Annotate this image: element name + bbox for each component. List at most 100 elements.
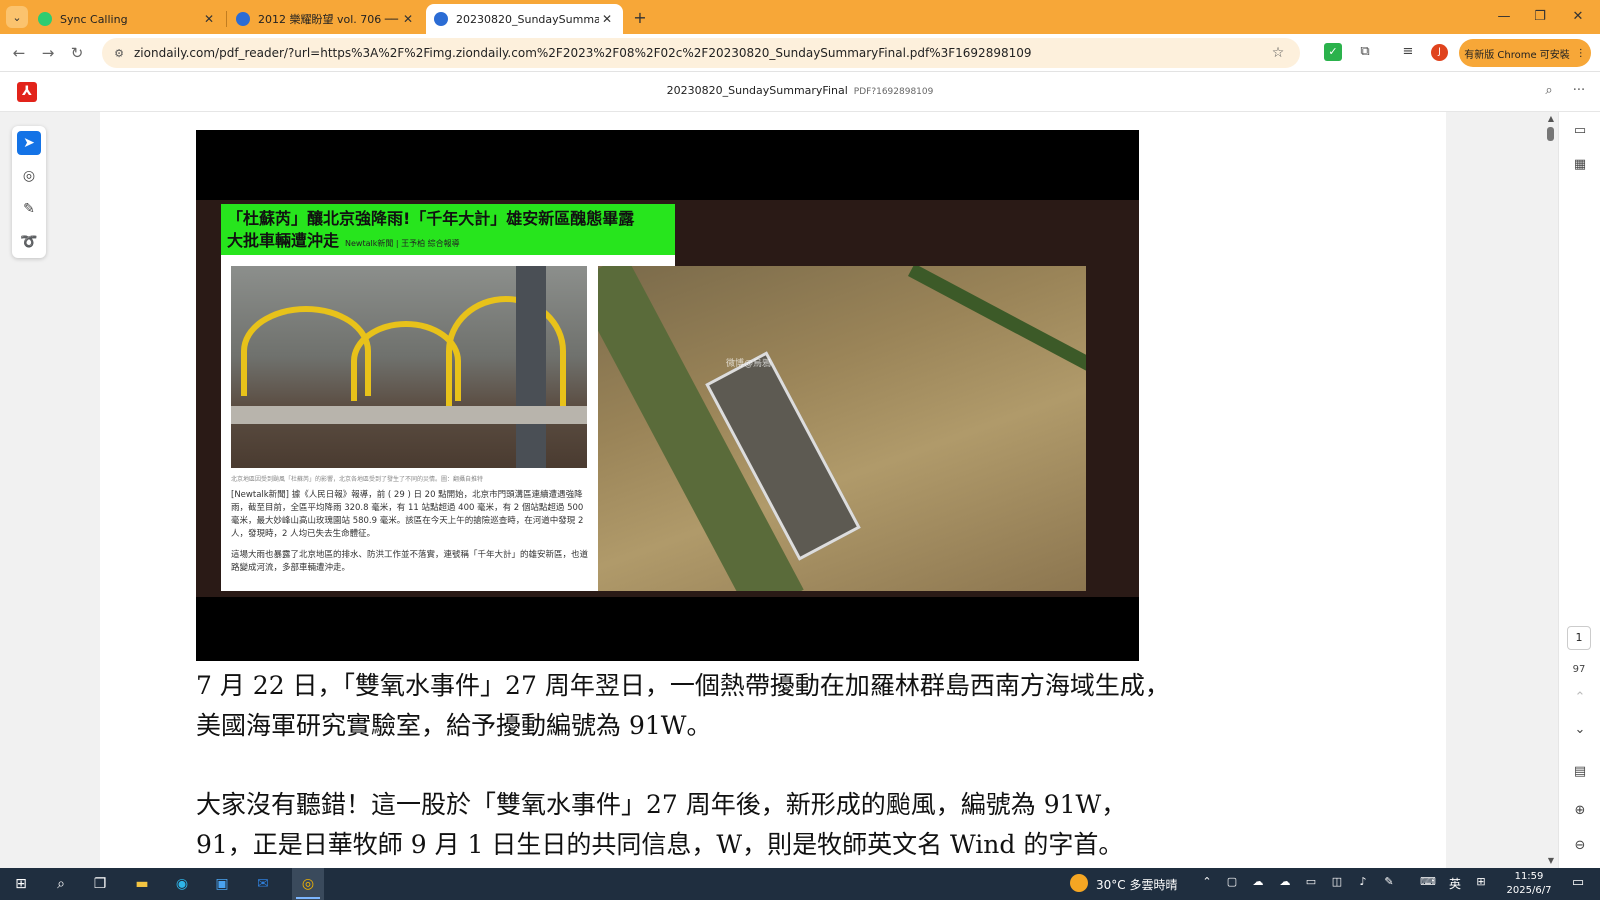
- edge-browser-icon[interactable]: ◉: [171, 873, 193, 895]
- document-title: 20230820_SundaySummaryFinal PDF?169289810…: [0, 84, 1600, 97]
- volume-icon[interactable]: ♪: [1354, 875, 1372, 888]
- scrollbar-thumb[interactable]: [1547, 127, 1554, 141]
- url-text[interactable]: ziondaily.com/pdf_reader/?url=https%3A%2…: [134, 46, 1266, 60]
- tab-separator: [226, 11, 227, 27]
- more-vertical-icon: ⋮: [1575, 47, 1586, 59]
- scroll-up-arrow-icon[interactable]: ▲: [1544, 114, 1558, 123]
- flood-photo-aerial: [598, 266, 1086, 591]
- close-tab-icon[interactable]: ✕: [201, 12, 217, 26]
- news-headline-second: 大批車輛遭沖走: [227, 231, 340, 250]
- notifications-icon[interactable]: ▭: [1569, 875, 1587, 890]
- zion-favicon-icon: [236, 12, 250, 26]
- median-strip-shape: [908, 266, 1086, 446]
- paragraph-line: 美國海軍研究實驗室，給予擾動編號為 91W。: [196, 711, 712, 740]
- tab-sunday-summary[interactable]: 20230820_SundaySummaryFi... ✕: [426, 4, 623, 34]
- lasso-draw-icon[interactable]: ➰: [17, 230, 41, 254]
- chrome-icon[interactable]: ◎: [297, 873, 319, 895]
- chevron-up-icon[interactable]: ⌃: [1570, 688, 1590, 708]
- wifi-icon[interactable]: ◫: [1328, 875, 1346, 888]
- close-tab-icon[interactable]: ✕: [400, 12, 416, 26]
- profile-avatar[interactable]: J: [1431, 44, 1448, 61]
- chrome-update-button[interactable]: 有新版 Chrome 可安裝 ⋮: [1459, 39, 1591, 67]
- railing-shape: [231, 406, 587, 424]
- store-icon[interactable]: ▣: [211, 873, 233, 895]
- tab-title: Sync Calling: [60, 12, 128, 26]
- pillar-shape: [516, 266, 546, 468]
- tab-zion-daily-706[interactable]: 2012 樂耀盼望 vol. 706 ── 預防... ✕: [228, 4, 424, 34]
- task-view-icon[interactable]: ❐: [89, 873, 111, 895]
- clock-time: 11:59: [1514, 871, 1544, 882]
- back-arrow-icon[interactable]: ←: [8, 42, 30, 64]
- forward-arrow-icon[interactable]: →: [37, 42, 59, 64]
- news-headline-banner: 「杜蘇芮」釀北京強降雨!「千年大計」雄安新區醜態畢露 大批車輛遭沖走 Newtal…: [221, 204, 675, 255]
- arch-shape: [446, 296, 566, 406]
- flood-photo-bridge: [231, 266, 587, 468]
- doc-name: 20230820_SundaySummaryFinal: [666, 84, 848, 97]
- checkmark-extension-icon[interactable]: ✓: [1324, 43, 1342, 61]
- weather-text[interactable]: 30°C 多雲時晴: [1096, 876, 1177, 893]
- onedrive-icon[interactable]: ☁: [1276, 875, 1294, 888]
- page-info-icon[interactable]: ▤: [1570, 762, 1590, 782]
- total-pages: 97: [1572, 664, 1586, 675]
- zoom-in-icon[interactable]: ⊕: [1570, 801, 1590, 821]
- video-content: 「杜蘇芮」釀北京強降雨!「千年大計」雄安新區醜態畢露 大批車輛遭沖走 Newtal…: [196, 200, 1139, 597]
- sync-calling-favicon-icon: [38, 12, 52, 26]
- search-icon[interactable]: ⌕: [1540, 83, 1558, 101]
- browser-toolbar: ← → ↻ ⚙ ziondaily.com/pdf_reader/?url=ht…: [0, 34, 1600, 72]
- news-paragraph: 這場大雨也暴露了北京地區的排水、防洪工作並不落實，連號稱「千年大計」的雄安新區，…: [231, 550, 589, 573]
- extensions-puzzle-icon[interactable]: ⧉: [1356, 43, 1374, 61]
- network-off-icon[interactable]: ☁: [1249, 875, 1267, 888]
- more-options-icon[interactable]: ···: [1570, 83, 1588, 101]
- chevron-down-icon[interactable]: ⌄: [1570, 720, 1590, 740]
- tab-title: 20230820_SundaySummaryFi...: [456, 12, 599, 26]
- meet-now-icon[interactable]: ▢: [1223, 875, 1241, 888]
- restore-icon[interactable]: ❐: [1522, 6, 1558, 28]
- zion-favicon-icon: [434, 12, 448, 26]
- tray-overflow-chevron-icon[interactable]: ⌃: [1198, 875, 1216, 888]
- keyboard-icon[interactable]: ⌨: [1419, 875, 1437, 888]
- news-paragraph: [Newtalk新聞] 據《人民日報》報導，前 ( 29 ) 日 20 點開始，…: [231, 490, 584, 539]
- doc-query: PDF?1692898109: [853, 87, 934, 97]
- address-bar[interactable]: ⚙ ziondaily.com/pdf_reader/?url=https%3A…: [102, 38, 1300, 68]
- clock-date: 2025/6/7: [1506, 885, 1552, 896]
- window-close-icon[interactable]: ✕: [1560, 6, 1596, 28]
- photo-caption: 北京地區因受到颱風「杜蘇芮」的影響，北京各地區受到了發生了不同的災情。圖：翻攝自…: [231, 476, 484, 483]
- battery-icon[interactable]: ▭: [1302, 875, 1320, 888]
- weather-sun-icon: [1070, 874, 1088, 892]
- ime-language-indicator[interactable]: 英: [1446, 875, 1464, 892]
- new-tab-button[interactable]: +: [630, 8, 650, 28]
- add-comment-icon[interactable]: ◎: [17, 164, 41, 188]
- minimize-icon[interactable]: —: [1486, 6, 1522, 28]
- paragraph-line: 大家沒有聽錯！這一股於「雙氧水事件」27 周年後，新形成的颱風，編號為 91W，: [196, 790, 1127, 819]
- pdf-header: ⅄ 20230820_SundaySummaryFinal PDF?1692898…: [0, 72, 1600, 112]
- photo-watermark: 微博@烏鴉: [726, 359, 772, 369]
- comments-panel-icon[interactable]: ▭: [1570, 121, 1590, 141]
- windows-start-icon[interactable]: ⊞: [10, 873, 32, 895]
- paragraph-line: 91，正是日華牧師 9 月 1 日生日的共同信息，W，則是牧師英文名 Wind …: [196, 830, 1124, 859]
- site-info-icon[interactable]: ⚙: [108, 47, 130, 60]
- select-cursor-icon[interactable]: ➤: [17, 131, 41, 155]
- news-headline: 「杜蘇芮」釀北京強降雨!「千年大計」雄安新區醜態畢露: [227, 209, 635, 228]
- tab-search-button[interactable]: ⌄: [6, 6, 28, 28]
- bookmark-star-icon[interactable]: ☆: [1266, 45, 1290, 61]
- search-icon[interactable]: ⌕: [50, 873, 72, 895]
- news-body: [Newtalk新聞] 據《人民日報》報導，前 ( 29 ) 日 20 點開始，…: [231, 489, 591, 583]
- scroll-down-arrow-icon[interactable]: ▼: [1544, 856, 1558, 865]
- outlook-icon[interactable]: ✉: [252, 873, 274, 895]
- file-explorer-icon[interactable]: ▬: [131, 873, 153, 895]
- windows-taskbar: ⊞ ⌕ ❐ ▬ ◉ ▣ ✉ ◎ 30°C 多雲時晴 ⌃ ▢ ☁ ☁ ▭ ◫ ♪ …: [0, 868, 1600, 900]
- update-label: 有新版 Chrome 可安裝: [1464, 49, 1570, 61]
- zoom-out-icon[interactable]: ⊖: [1570, 836, 1590, 856]
- reload-icon[interactable]: ↻: [66, 42, 88, 64]
- tab-sync-calling[interactable]: Sync Calling ✕: [30, 4, 225, 34]
- close-tab-icon[interactable]: ✕: [599, 12, 615, 26]
- tab-title: 2012 樂耀盼望 vol. 706 ── 預防...: [258, 13, 400, 26]
- current-page-input[interactable]: 1: [1567, 626, 1591, 650]
- system-clock[interactable]: 11:59 2025/6/7: [1500, 870, 1558, 898]
- thumbnails-grid-icon[interactable]: ▦: [1570, 155, 1590, 175]
- highlight-pen-icon[interactable]: ✎: [17, 197, 41, 221]
- pen-icon[interactable]: ✎: [1380, 875, 1398, 888]
- ime-mode-icon[interactable]: ⊞: [1472, 875, 1490, 888]
- media-controls-icon[interactable]: ≡: [1399, 43, 1417, 61]
- active-indicator: [296, 897, 320, 899]
